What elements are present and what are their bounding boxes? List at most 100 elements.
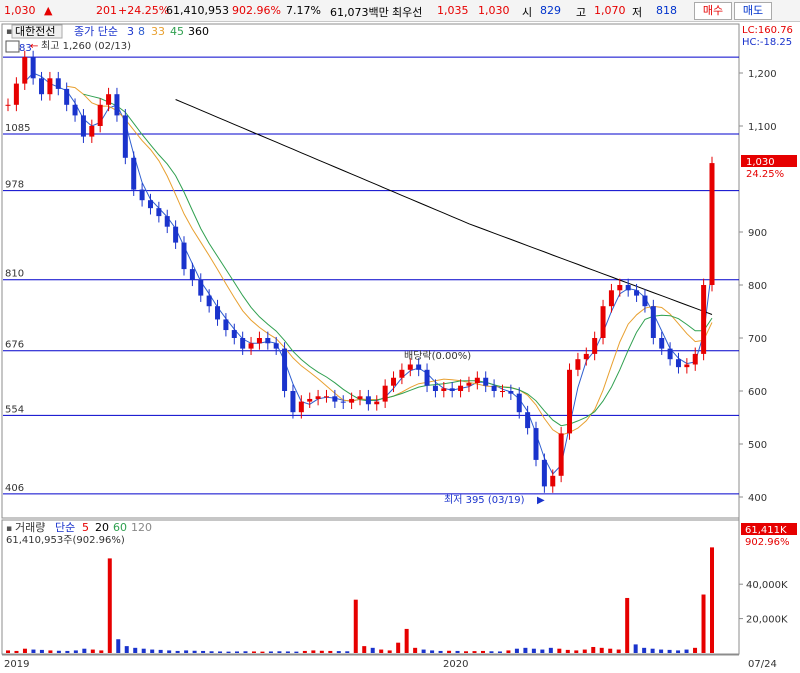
volume-bar bbox=[599, 647, 604, 653]
best-ask: 1,035 bbox=[437, 4, 469, 17]
sell-button[interactable]: 매도 bbox=[734, 2, 772, 20]
candle bbox=[215, 306, 221, 320]
candle bbox=[374, 401, 380, 405]
volume-bar bbox=[65, 650, 70, 653]
volume-bar bbox=[379, 649, 384, 653]
volume-bar bbox=[124, 646, 129, 653]
candle bbox=[13, 83, 19, 105]
candle bbox=[315, 396, 321, 399]
volume-bar bbox=[22, 648, 27, 653]
volume-info: 61,410,953주(902.96%) bbox=[6, 535, 125, 546]
volume-bar bbox=[489, 651, 494, 653]
vol-ma-5: 5 bbox=[82, 521, 89, 534]
volume-bar bbox=[226, 651, 231, 653]
volume-bar bbox=[514, 648, 519, 653]
quote-header: 1,030 ▲ 201 +24.25% 61,410,953 902.96% 7… bbox=[0, 0, 800, 22]
candle bbox=[541, 459, 547, 487]
volume-bar bbox=[438, 650, 443, 653]
hline-label-6: 406 bbox=[5, 483, 24, 494]
ma-legend-360: 360 bbox=[188, 25, 209, 38]
candle bbox=[701, 285, 707, 354]
vol-tick-label-1: 20,000K bbox=[746, 615, 788, 626]
trade-amount: 61,073백만 bbox=[330, 6, 389, 19]
volume-bar bbox=[676, 650, 681, 653]
candle bbox=[265, 338, 271, 344]
volume-bar bbox=[285, 651, 290, 653]
volume-bar bbox=[31, 649, 36, 653]
volume-bar bbox=[396, 642, 401, 653]
hline-label-1: 1085 bbox=[5, 123, 30, 134]
ma-legend-label: 종가 단순 bbox=[74, 25, 118, 38]
candle bbox=[340, 401, 346, 403]
best-bid: 1,030 bbox=[478, 4, 510, 17]
volume-bar bbox=[693, 647, 698, 653]
volume-bar bbox=[345, 651, 350, 653]
candle bbox=[365, 396, 371, 405]
candle bbox=[198, 279, 204, 296]
candle bbox=[256, 338, 262, 344]
stock-chart[interactable]: 1085 978 810 676 554 406 1,200 1,100 900 800 700 6… bbox=[0, 21, 800, 673]
high-annotation: 최고 1,260 (02/13) bbox=[41, 40, 131, 52]
dividend-annotation: 배당락(0.00%) bbox=[404, 350, 471, 362]
candle bbox=[441, 388, 447, 391]
candle bbox=[30, 57, 36, 79]
grid-toggle-icon[interactable] bbox=[5, 40, 20, 53]
ma-legend-3: 3 bbox=[127, 25, 134, 38]
volume-bar bbox=[430, 650, 435, 653]
volume-bar bbox=[99, 650, 104, 653]
candle bbox=[491, 385, 497, 391]
volume-bar bbox=[302, 650, 307, 653]
vol-ma-20: 20 bbox=[95, 521, 109, 534]
candle bbox=[667, 348, 673, 360]
candle bbox=[298, 401, 304, 413]
volume-bar bbox=[591, 646, 596, 653]
current-price: 1,030 bbox=[4, 4, 36, 17]
volume-bar bbox=[480, 650, 485, 653]
best-ask-label: 최우선 bbox=[392, 6, 423, 19]
buy-button[interactable]: 매수 bbox=[694, 2, 732, 20]
price-change-pct: +24.25% bbox=[118, 4, 170, 17]
volume-bar bbox=[336, 651, 341, 653]
candle bbox=[206, 295, 212, 307]
candle bbox=[164, 216, 170, 227]
volume-menu-icon[interactable]: ▪ bbox=[6, 524, 12, 534]
volume-bar bbox=[582, 649, 587, 653]
volume-bar bbox=[133, 647, 138, 653]
volume-bar bbox=[218, 651, 223, 653]
volume-bar bbox=[370, 647, 375, 653]
volume-bar bbox=[608, 648, 613, 653]
volume-bar bbox=[659, 649, 664, 653]
candle bbox=[416, 364, 422, 370]
candle bbox=[156, 208, 162, 217]
candle bbox=[5, 104, 11, 106]
candle bbox=[675, 359, 681, 368]
y-tick-label-2: 900 bbox=[748, 228, 767, 239]
candle bbox=[466, 383, 472, 386]
candle bbox=[508, 391, 514, 394]
volume-bar bbox=[557, 648, 562, 653]
stock-name[interactable]: 대한전선 bbox=[15, 25, 55, 38]
volume-bar bbox=[14, 650, 19, 653]
candle bbox=[290, 391, 296, 413]
candle bbox=[650, 306, 656, 338]
candle bbox=[684, 364, 690, 368]
volume-bar bbox=[353, 599, 358, 653]
volume-value: 61,410,953 bbox=[166, 4, 229, 17]
volume-bar bbox=[633, 644, 638, 653]
candle bbox=[248, 343, 254, 349]
price-tag-value: 1,030 bbox=[746, 157, 775, 168]
panel-menu-icon[interactable]: ▪ bbox=[6, 27, 12, 37]
hline-label-2: 978 bbox=[5, 180, 24, 191]
volume-bar bbox=[523, 647, 528, 653]
candle bbox=[223, 319, 229, 331]
high-label: 고 bbox=[576, 6, 587, 19]
candle bbox=[659, 338, 665, 349]
candle bbox=[80, 115, 86, 137]
volume-bar bbox=[548, 647, 553, 653]
candle bbox=[39, 78, 45, 95]
vol-ma-120: 120 bbox=[131, 521, 152, 534]
volume-bar bbox=[251, 651, 256, 653]
up-triangle-icon: ▲ bbox=[44, 4, 53, 17]
volume-bar bbox=[243, 651, 248, 653]
volume-bar bbox=[277, 651, 282, 653]
